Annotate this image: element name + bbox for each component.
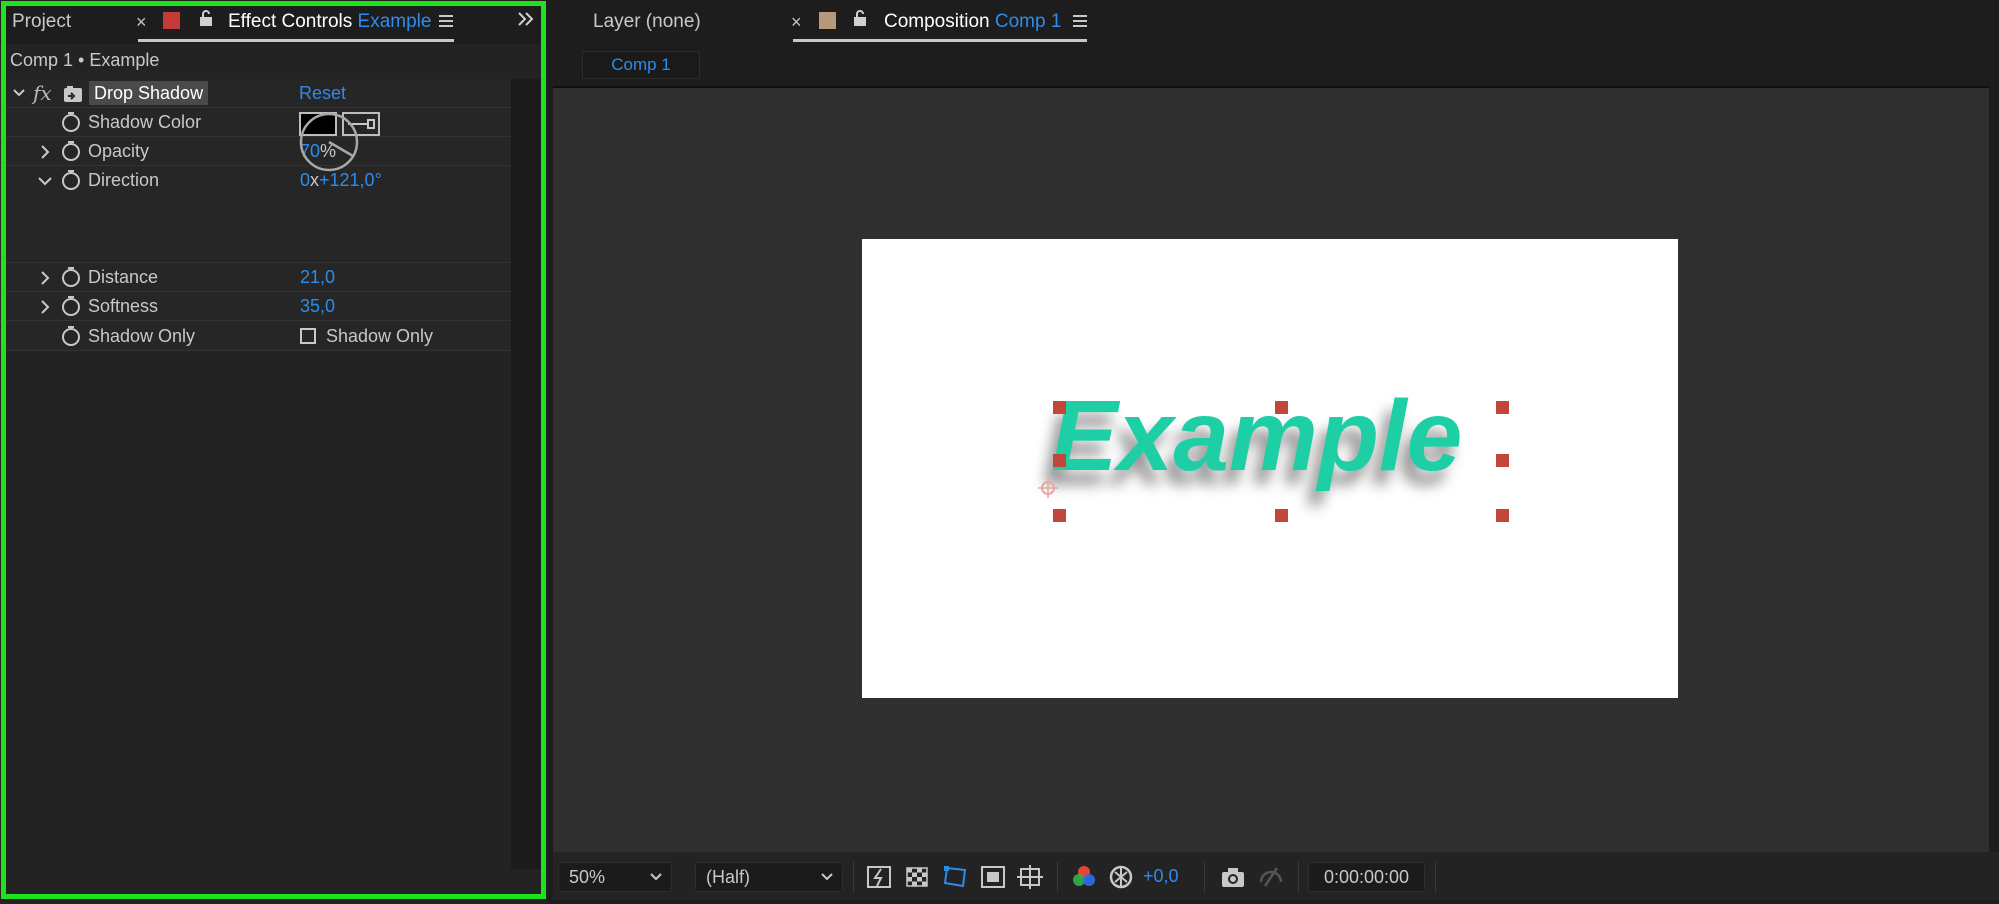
reset-exposure-icon[interactable] xyxy=(1107,864,1135,890)
channel-rgb-icon[interactable] xyxy=(1070,864,1098,890)
mask-visibility-icon[interactable] xyxy=(941,864,969,890)
breadcrumb: Comp 1 • Example xyxy=(10,50,160,70)
stopwatch-icon[interactable] xyxy=(60,325,82,347)
toolbar-separator xyxy=(1204,862,1205,892)
grid-guides-icon[interactable] xyxy=(1016,864,1044,890)
chevron-down-icon xyxy=(650,873,662,881)
transform-handle[interactable] xyxy=(1053,454,1066,467)
tab-effect-controls-label: Effect Controls xyxy=(228,11,353,32)
toolbar-separator xyxy=(1298,862,1299,892)
property-row-distance: Distance 21,0 xyxy=(0,263,511,292)
close-icon[interactable]: × xyxy=(791,12,802,33)
direction-degrees[interactable]: +121,0° xyxy=(319,170,382,190)
effect-header-row[interactable]: fx Drop Shadow Reset xyxy=(0,79,511,108)
resolution-dropdown[interactable]: (Half) xyxy=(695,862,843,892)
effect-properties-list: fx Drop Shadow Reset Shadow Color Opacit… xyxy=(0,79,511,351)
property-label: Distance xyxy=(88,267,159,287)
effect-preset-icon[interactable] xyxy=(63,85,83,103)
panel-menu-icon[interactable] xyxy=(438,13,454,34)
tab-project[interactable]: Project xyxy=(12,0,71,44)
fx-toggle[interactable]: fx xyxy=(33,81,52,105)
stopwatch-icon[interactable] xyxy=(60,295,82,317)
canvas-text-layer[interactable]: Example xyxy=(1051,386,1462,486)
timecode-value: 0:00:00:00 xyxy=(1323,867,1410,887)
transparency-grid-icon[interactable] xyxy=(903,864,931,890)
left-panel-scrollbar[interactable] xyxy=(511,79,541,869)
transform-handle[interactable] xyxy=(1496,509,1509,522)
expand-panels-icon[interactable] xyxy=(516,9,536,34)
reset-button[interactable]: Reset xyxy=(299,83,346,104)
fast-previews-icon[interactable] xyxy=(865,864,893,890)
effect-name[interactable]: Drop Shadow xyxy=(89,81,209,105)
property-label: Direction xyxy=(88,170,160,190)
chevron-down-icon[interactable] xyxy=(37,173,53,189)
resolution-value: (Half) xyxy=(706,867,750,887)
panel-menu-icon[interactable] xyxy=(1072,13,1088,34)
tab-comp-name: Comp 1 xyxy=(994,11,1062,32)
camera-snapshot-icon[interactable] xyxy=(1219,864,1247,890)
zoom-value: 50% xyxy=(569,867,606,887)
region-of-interest-icon[interactable] xyxy=(979,864,1007,890)
tab-layer[interactable]: Layer (none) xyxy=(593,0,701,44)
close-icon[interactable]: × xyxy=(136,12,147,33)
toolbar-separator xyxy=(853,862,854,892)
comp-navigator-tab[interactable]: Comp 1 xyxy=(582,51,700,79)
tab-composition-label: Composition xyxy=(884,11,990,32)
direction-value-group: 0x+121,0° xyxy=(300,170,382,191)
chevron-down-icon xyxy=(821,873,833,881)
direction-separator: x xyxy=(310,170,320,190)
property-row-softness: Softness 35,0 xyxy=(0,292,511,321)
comp-color-swatch xyxy=(819,12,836,29)
lock-icon[interactable] xyxy=(852,9,868,32)
zoom-dropdown[interactable]: 50% xyxy=(558,862,672,892)
layer-color-swatch xyxy=(163,12,180,29)
stopwatch-icon[interactable] xyxy=(60,266,82,288)
property-row-direction: Direction 0x+121,0° xyxy=(0,112,511,263)
tab-composition[interactable]: Composition Comp 1 xyxy=(884,0,1061,44)
right-tab-bar: Layer (none) × Composition Comp 1 xyxy=(547,0,1999,44)
softness-value[interactable]: 35,0 xyxy=(300,296,335,317)
stopwatch-icon[interactable] xyxy=(60,169,82,191)
property-row-shadow-color: Shadow Color xyxy=(0,108,511,137)
left-tab-bar: Project × Effect Controls Example xyxy=(0,0,547,44)
tab-effect-layer-name: Example xyxy=(357,11,432,32)
property-label: Softness xyxy=(88,296,159,316)
transform-handle[interactable] xyxy=(1053,401,1066,414)
property-label: Opacity xyxy=(88,141,150,161)
comp-canvas[interactable]: Example xyxy=(862,239,1678,698)
transform-handle[interactable] xyxy=(1275,401,1288,414)
stopwatch-icon[interactable] xyxy=(60,140,82,162)
checkbox-label: Shadow Only xyxy=(326,326,434,346)
active-tab-underline xyxy=(138,39,454,42)
transform-handle[interactable] xyxy=(1053,509,1066,522)
distance-value[interactable]: 21,0 xyxy=(300,267,335,288)
exposure-value[interactable]: +0,0 xyxy=(1143,866,1179,887)
toolbar-separator xyxy=(1057,862,1058,892)
tab-effect-controls[interactable]: Effect Controls Example xyxy=(228,0,431,44)
property-label: Shadow Color xyxy=(88,112,202,132)
chevron-right-icon[interactable] xyxy=(37,299,53,315)
chevron-right-icon[interactable] xyxy=(37,144,53,160)
chevron-down-icon[interactable] xyxy=(12,87,26,99)
chevron-right-icon[interactable] xyxy=(37,270,53,286)
direction-revolutions[interactable]: 0 xyxy=(300,170,310,190)
toolbar-separator xyxy=(1435,862,1436,892)
transform-handle[interactable] xyxy=(1496,454,1509,467)
timecode-field[interactable]: 0:00:00:00 xyxy=(1308,862,1425,892)
property-row-shadow-only: Shadow Only Shadow Only xyxy=(0,321,511,351)
transform-handle[interactable] xyxy=(1496,401,1509,414)
angle-dial[interactable] xyxy=(298,111,360,173)
lock-icon[interactable] xyxy=(198,9,214,32)
stopwatch-icon[interactable] xyxy=(60,111,82,133)
anchor-point-icon[interactable] xyxy=(1036,476,1060,500)
active-tab-underline xyxy=(793,39,1087,42)
property-label: Shadow Only xyxy=(88,326,196,346)
shadow-only-checkbox[interactable] xyxy=(300,328,316,344)
show-snapshot-icon[interactable] xyxy=(1257,864,1285,890)
transform-handle[interactable] xyxy=(1275,509,1288,522)
property-row-opacity: Opacity 70% xyxy=(0,137,511,166)
